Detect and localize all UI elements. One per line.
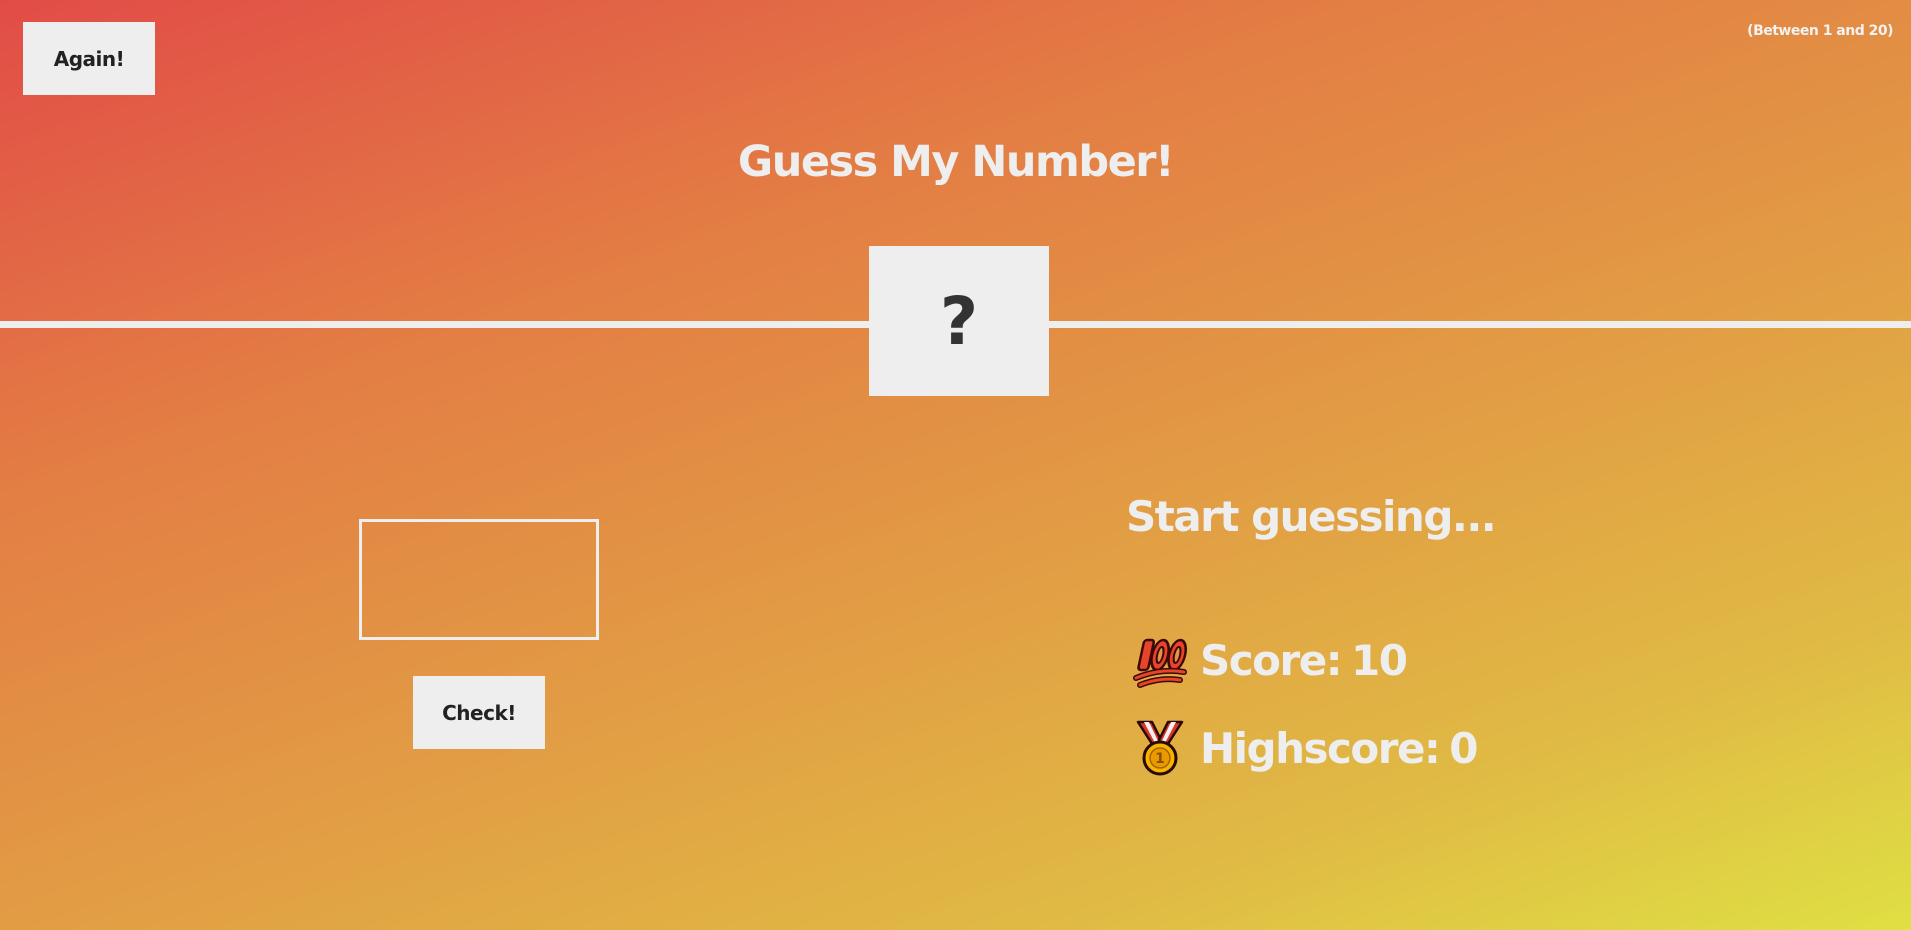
highscore-value: 0	[1449, 723, 1478, 773]
score-row: Score: 10	[1132, 632, 1408, 688]
status-message: Start guessing...	[1126, 492, 1497, 541]
secret-number: ?	[939, 282, 979, 360]
score-value: 10	[1351, 635, 1408, 685]
page-title: Guess My Number!	[737, 137, 1175, 187]
svg-text:1: 1	[1155, 751, 1165, 767]
highscore-row: 1 Highscore: 0	[1132, 720, 1478, 776]
check-button[interactable]: Check!	[413, 676, 545, 749]
medal-icon: 1	[1132, 720, 1188, 776]
secret-number-box: ?	[869, 246, 1049, 396]
score-label: Score:	[1200, 635, 1343, 685]
range-hint: (Between 1 and 20)	[1747, 23, 1893, 39]
guess-input[interactable]	[359, 519, 599, 640]
again-button[interactable]: Again!	[23, 22, 155, 95]
hundred-points-icon	[1132, 632, 1188, 688]
highscore-label: Highscore:	[1200, 723, 1441, 773]
